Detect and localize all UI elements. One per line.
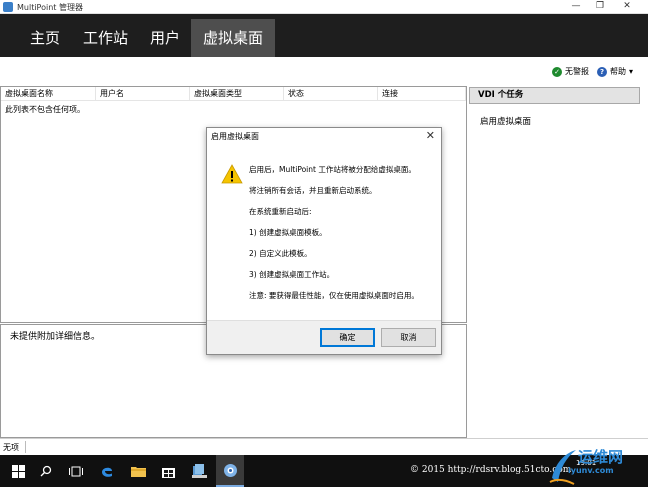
edge-button[interactable]: [93, 455, 121, 487]
vdi-tasks-pane: VDI 个任务 启用虚拟桌面: [468, 86, 648, 438]
vdi-tasks-header: VDI 个任务: [469, 87, 640, 104]
dialog-title: 启用虚拟桌面: [211, 132, 259, 141]
dialog-close-icon[interactable]: ✕: [426, 129, 435, 142]
column-header-user[interactable]: 用户名: [96, 87, 190, 100]
search-icon: [40, 465, 52, 477]
store-button[interactable]: [154, 455, 182, 487]
dialog-title-bar: 启用虚拟桌面 ✕: [207, 128, 441, 144]
task-view-button[interactable]: [62, 455, 90, 487]
tab-users[interactable]: 用户: [138, 19, 192, 57]
column-header-name[interactable]: 虚拟桌面名称: [1, 87, 96, 100]
restore-button[interactable]: ❐: [588, 0, 612, 13]
title-bar: MultiPoint 管理器 — ❐ ✕: [0, 0, 648, 14]
chevron-down-icon: ▾: [629, 67, 634, 76]
status-text: 无项: [3, 443, 19, 452]
dialog-footer: 确定 取消: [207, 320, 441, 354]
brand-name: 运维网: [578, 448, 624, 466]
help-label: 帮助: [610, 67, 626, 76]
brand-domain: iyunv.com: [568, 466, 614, 475]
column-header-type[interactable]: 虚拟桌面类型: [190, 87, 284, 100]
empty-list-message: 此列表不包含任何项。: [5, 105, 85, 114]
search-button[interactable]: [32, 455, 60, 487]
start-button[interactable]: [4, 455, 32, 487]
multipoint-manager-icon: [223, 463, 237, 477]
dialog-line-4: 1) 创建虚拟桌面模板。: [249, 228, 327, 237]
dialog-line-3: 在系统重新启动后:: [249, 207, 312, 216]
app-icon: [3, 2, 13, 12]
cancel-button[interactable]: 取消: [381, 328, 436, 347]
toolbar: ✓ 无警报 ? 帮助 ▾: [0, 57, 648, 85]
dialog-line-2: 将注销所有会话，并且重新启动系统。: [249, 186, 377, 195]
window-title: MultiPoint 管理器: [17, 3, 83, 12]
alerts-label: 无警报: [565, 67, 589, 76]
column-header-connection[interactable]: 连接: [378, 87, 466, 100]
task-view-icon: [69, 466, 83, 476]
check-icon: ✓: [552, 66, 562, 77]
help-button[interactable]: ? 帮助 ▾: [597, 66, 633, 77]
dialog-line-5: 2) 自定义此模板。: [249, 249, 312, 258]
folder-icon: [130, 467, 146, 477]
server-manager-button[interactable]: [185, 455, 213, 487]
column-header-status[interactable]: 状态: [284, 87, 378, 100]
windows-logo-icon: [11, 464, 25, 478]
minimize-button[interactable]: —: [564, 0, 588, 13]
warning-icon: [221, 164, 243, 184]
details-message: 未提供附加详细信息。: [10, 332, 101, 342]
multipoint-manager-taskbar-button[interactable]: [216, 455, 244, 487]
close-button[interactable]: ✕: [615, 0, 639, 13]
file-explorer-button[interactable]: [124, 455, 152, 487]
dialog-body: 启用后，MultiPoint 工作站将被分配给虚拟桌面。 将注销所有会话，并且重…: [207, 144, 441, 320]
dialog-line-6: 3) 创建虚拟桌面工作站。: [249, 270, 335, 279]
edge-browser-icon: [102, 467, 112, 477]
status-divider: [25, 441, 26, 453]
alerts-button[interactable]: ✓ 无警报: [552, 66, 589, 77]
main-nav: 主页 工作站 用户 虚拟桌面: [0, 14, 648, 57]
tab-stations[interactable]: 工作站: [71, 19, 140, 57]
dialog-line-7: 注意: 要获得最佳性能，仅在使用虚拟桌面时启用。: [249, 291, 419, 300]
store-bag-icon: [161, 467, 175, 478]
tab-home[interactable]: 主页: [18, 19, 72, 57]
dialog-line-1: 启用后，MultiPoint 工作站将被分配给虚拟桌面。: [249, 165, 416, 174]
brand-logo: 运维网 iyunv.com: [548, 446, 648, 487]
enable-virtual-desktops-link[interactable]: 启用虚拟桌面: [480, 115, 531, 127]
help-icon: ?: [597, 66, 607, 77]
tab-virtual-desktops[interactable]: 虚拟桌面: [191, 19, 276, 57]
enable-virtual-desktops-dialog: 启用虚拟桌面 ✕ 启用后，MultiPoint 工作站将被分配给虚拟桌面。 将注…: [206, 127, 442, 355]
ok-button[interactable]: 确定: [320, 328, 375, 347]
server-manager-icon: [191, 464, 207, 478]
list-header: 虚拟桌面名称 用户名 虚拟桌面类型 状态 连接: [1, 87, 466, 101]
